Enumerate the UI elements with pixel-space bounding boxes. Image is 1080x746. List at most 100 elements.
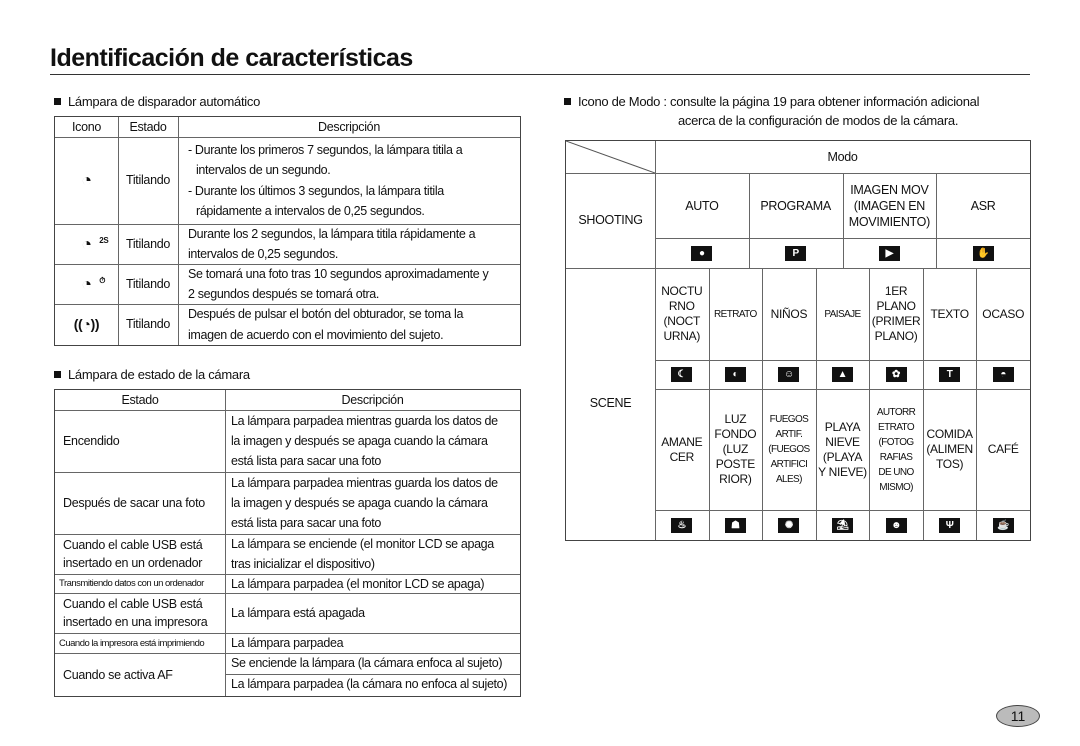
- double-self-timer-icon: ◔ ⏱: [81, 273, 106, 294]
- description-lines: Se tomará una foto tras 10 segundos apro…: [188, 264, 489, 305]
- description-cell: La lámpara parpadea mientras guarda los …: [225, 410, 520, 472]
- scene-label-text: PAISAJE: [824, 308, 861, 320]
- sunset-icon: ◓: [992, 367, 1014, 382]
- description-line: está lista para sacar una foto: [231, 516, 382, 530]
- landscape-mountain-icon: ▲: [831, 367, 853, 382]
- mode-icon-cell: ✋: [936, 238, 1030, 268]
- scene-icon-cell: ♨: [655, 510, 709, 540]
- status-cell: Cuando se activa AF: [55, 653, 225, 696]
- status-text: Transmitiendo datos con un ordenador: [59, 578, 204, 589]
- description-cell: Después de pulsar el botón del obturador…: [178, 304, 520, 345]
- description-line: La lámpara parpadea mientras guarda los …: [231, 476, 498, 490]
- description-lines: La lámpara parpadea: [231, 633, 344, 653]
- self-timer-table: Icono Estado Descripción ◔ Titilando - Durant…: [54, 116, 521, 346]
- scene-label: OCASO: [976, 268, 1030, 360]
- description-lines: Durante los 2 segundos, la lámpara titil…: [188, 224, 476, 265]
- description-line: Durante los 2 segundos, la lámpara titil…: [188, 226, 476, 241]
- description-line: Se tomará una foto tras 10 segundos apro…: [188, 266, 489, 281]
- scene-icon-cell: ☺: [762, 360, 816, 389]
- scene-icon-cell: ◐: [709, 360, 763, 389]
- description-cell: La lámpara parpadea (la cámara no enfoca…: [225, 674, 520, 695]
- description-lines: La lámpara está apagada: [231, 603, 365, 623]
- status-text: insertado en una impresora: [63, 615, 208, 629]
- self-timer-heading: Lámpara de disparador automático: [54, 94, 260, 109]
- scene-label: TEXTO: [923, 268, 977, 360]
- description-line: La lámpara parpadea mientras guarda los …: [231, 414, 498, 428]
- description-line: Después de pulsar el botón del obturador…: [188, 307, 464, 321]
- scene-label-text: TEXTO: [930, 306, 969, 321]
- column-header: Descripción: [225, 390, 520, 410]
- bullet-square-icon: [54, 98, 61, 105]
- icon-cell: ◔ ⏱: [55, 264, 118, 304]
- mode-label: PROGRAMA: [749, 173, 843, 238]
- portrait-icon: ◐: [724, 367, 746, 382]
- shooting-label: SHOOTING: [566, 173, 655, 268]
- mode-icon-table: Modo SHOOTING AUTO ● PROGRAMA P IMAGEN MOV (IM…: [565, 140, 1031, 541]
- mode-header-text: Modo: [827, 149, 858, 164]
- status-cell: Titilando: [118, 137, 178, 224]
- movie-camera-icon: ▶: [878, 245, 900, 261]
- status-lines: Encendido: [63, 432, 120, 450]
- description-lines: La lámpara parpadea mientras guarda los …: [231, 411, 498, 471]
- icon-cell: ((◔)): [55, 304, 118, 345]
- mode-label-text: IMAGEN MOV (IMAGEN EN MOVIMIENTO): [848, 182, 931, 229]
- description-cell: - Durante los primeros 7 segundos, la lá…: [178, 137, 520, 224]
- scene-label-text: AMANE CER: [661, 434, 703, 464]
- mode-label-text: ASR: [970, 198, 996, 213]
- status-lines: Cuando la impresora está imprimiendo: [59, 634, 205, 653]
- scene-label: PAISAJE: [816, 268, 870, 360]
- scene-label: FUEGOS ARTIF. (FUEGOS ARTIFICI ALES): [762, 389, 816, 510]
- status-cell: Titilando: [118, 264, 178, 304]
- food-icon: Ψ: [939, 517, 961, 533]
- scene-label-text: LUZ FONDO (LUZ POSTE RIOR): [714, 412, 757, 486]
- scene-icon-cell: ✿: [869, 360, 923, 389]
- status-cell: Titilando: [118, 304, 178, 345]
- description-line: La lámpara está apagada: [231, 606, 365, 620]
- scene-label-text: COMIDA (ALIMEN TOS): [926, 427, 973, 471]
- status-cell: Cuando el cable USB está insertado en un …: [55, 534, 225, 574]
- anti-shake-hand-icon: ✋: [972, 245, 994, 261]
- macro-flower-icon: ✿: [885, 367, 907, 382]
- status-text: Titilando: [125, 236, 171, 251]
- scene-label-text: CAFÉ: [987, 442, 1019, 456]
- status-text: Titilando: [125, 276, 171, 291]
- column-header: Estado: [55, 390, 225, 410]
- description-line: la imagen y después se apaga cuando la c…: [231, 434, 488, 448]
- backlight-icon: ☗: [724, 517, 746, 533]
- status-text: Cuando la impresora está imprimiendo: [59, 637, 205, 649]
- column-header-text: Descripción: [317, 119, 380, 134]
- mode-header: Modo: [655, 141, 1030, 173]
- shooting-label-text: SHOOTING: [578, 213, 643, 227]
- description-cell: Se enciende la lámpara (la cámara enfoca…: [225, 653, 520, 674]
- corner-diagonal: [566, 141, 655, 173]
- scene-icon-cell: T: [923, 360, 977, 389]
- scene-label: AMANE CER: [655, 389, 709, 510]
- status-text: Encendido: [63, 434, 120, 448]
- status-cell: Titilando: [118, 224, 178, 264]
- fireworks-icon: ✺: [778, 517, 800, 533]
- column-header-text: Icono: [71, 119, 102, 134]
- scene-icon-cell: ▲: [816, 360, 870, 389]
- title-divider: [50, 74, 1030, 75]
- scene-label-text: SCENE: [589, 395, 632, 410]
- status-lines: Después de sacar una foto: [63, 494, 205, 512]
- status-text: insertado en un ordenador: [63, 556, 203, 570]
- description-line: imagen de acuerdo con el movimiento del …: [188, 327, 444, 342]
- description-line: la imagen y después se apaga cuando la c…: [231, 496, 488, 510]
- scene-label: SCENE: [566, 389, 655, 417]
- scene-label: NIÑOS: [762, 268, 816, 360]
- self-timer-10s-icon: ◔: [81, 170, 92, 190]
- description-cell: Durante los 2 segundos, la lámpara titil…: [178, 224, 520, 264]
- camera-program-icon: P: [785, 245, 807, 261]
- text-icon: T: [939, 367, 961, 382]
- status-lines: Cuando el cable USB está insertado en un …: [63, 536, 203, 572]
- night-moon-icon: ☾: [671, 367, 693, 382]
- mode-icon-cell: ●: [655, 238, 749, 268]
- bullet-square-icon: [54, 371, 61, 378]
- self-portrait-icon: ☻: [885, 517, 907, 533]
- scene-label-text: NIÑOS: [770, 306, 808, 321]
- bullet-square-icon: [564, 98, 571, 105]
- children-icon: ☺: [778, 367, 800, 382]
- status-lines: Transmitiendo datos con un ordenador: [59, 574, 204, 593]
- status-text: Cuando se activa AF: [63, 667, 173, 682]
